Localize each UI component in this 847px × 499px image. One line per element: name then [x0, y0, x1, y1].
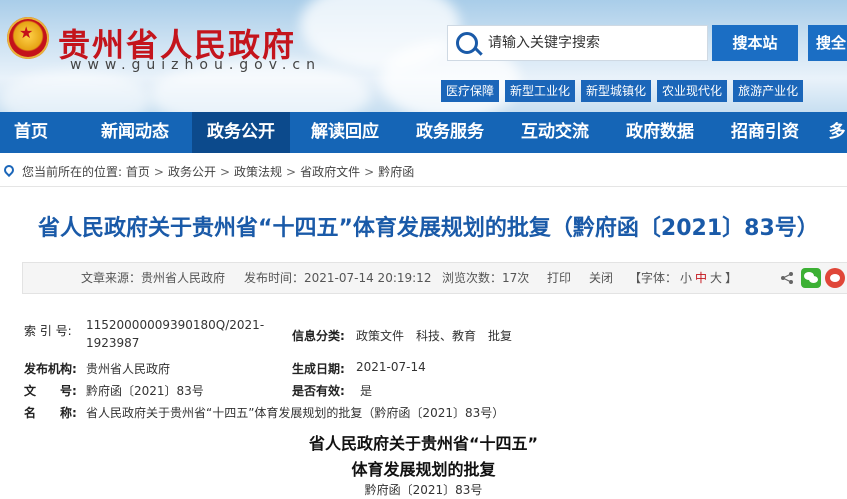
valid-value: 是: [360, 384, 373, 398]
breadcrumb-home[interactable]: 首页: [126, 165, 150, 179]
nav-news[interactable]: 新闻动态: [86, 112, 184, 153]
search-box: [447, 25, 708, 61]
weibo-share-icon[interactable]: [825, 268, 845, 288]
breadcrumb-prefix: 您当前所在的位置:: [22, 165, 123, 179]
article-info-bar: 文章来源：贵州省人民政府 发布时间：2021-07-14 20:19:12 浏览…: [22, 262, 847, 294]
tag-medical-insurance[interactable]: 医疗保障: [441, 80, 500, 102]
valid-label: 是否有效:: [292, 384, 345, 398]
breadcrumb-gov-open[interactable]: 政务公开: [168, 165, 216, 179]
search-site-button[interactable]: 搜本站: [712, 25, 798, 61]
divider: [0, 186, 847, 187]
article-title: 省人民政府关于贵州省“十四五”体育发展规划的批复（黔府函〔2021〕83号）: [38, 216, 819, 241]
breadcrumb-provincial-docs[interactable]: 省政府文件: [300, 165, 360, 179]
breadcrumb-qianfuhan[interactable]: 黔府函: [378, 165, 414, 179]
font-large-button[interactable]: 大: [710, 271, 722, 285]
docno-value: 黔府函〔2021〕83号: [86, 384, 204, 398]
name-label: 名 称:: [24, 406, 77, 420]
breadcrumb-policy[interactable]: 政策法规: [234, 165, 282, 179]
index-value-line2: 1923987: [86, 336, 140, 350]
nav-home[interactable]: 首页: [0, 112, 62, 153]
nav-interpretation[interactable]: 解读回应: [296, 112, 394, 153]
search-input[interactable]: [488, 26, 703, 60]
nav-interaction[interactable]: 互动交流: [506, 112, 604, 153]
search-icon: [456, 32, 478, 54]
doc-title-line1: 省人民政府关于贵州省“十四五”: [308, 434, 539, 453]
index-value-line1: 11520000009390180Q/2021-: [86, 318, 265, 332]
tag-new-urbanization[interactable]: 新型城镇化: [581, 80, 652, 102]
font-size-control: 【字体：小中大】: [629, 263, 737, 293]
breadcrumb-path: 您当前所在的位置: 首页 > 政务公开 > 政策法规 > 省政府文件 > 黔府函: [22, 165, 415, 179]
category-value: 政策文件 科技、教育 批复: [356, 329, 513, 343]
date-value: 2021-07-14: [356, 360, 426, 374]
tag-tourism-industrialization[interactable]: 旅游产业化: [733, 80, 804, 102]
publish-time: 发布时间：2021-07-14 20:19:12: [244, 271, 432, 285]
location-pin-icon: [1, 162, 17, 178]
wechat-share-icon[interactable]: [801, 268, 821, 288]
nav-gov-affairs-open[interactable]: 政务公开: [192, 112, 290, 153]
doc-title-line2: 体育发展规划的批复: [351, 460, 496, 479]
print-button[interactable]: 打印: [547, 263, 571, 293]
tag-agri-modernization[interactable]: 农业现代化: [657, 80, 728, 102]
search-all-button[interactable]: 搜全: [808, 25, 847, 61]
nav-gov-services[interactable]: 政务服务: [401, 112, 499, 153]
font-medium-button[interactable]: 中: [695, 271, 707, 285]
view-count: 浏览次数：17次: [442, 271, 530, 285]
close-button[interactable]: 关闭: [589, 263, 613, 293]
article-source: 文章来源：贵州省人民政府: [81, 271, 226, 285]
nav-more[interactable]: 多: [822, 112, 847, 153]
site-header: 贵州省人民政府 www.guizhou.gov.cn 搜本站 搜全 医疗保障新型…: [0, 0, 847, 112]
category-label: 信息分类:: [292, 329, 345, 343]
name-value: 省人民政府关于贵州省“十四五”体育发展规划的批复（黔府函〔2021〕83号）: [86, 406, 505, 420]
agency-label: 发布机构:: [24, 362, 77, 376]
main-nav: 首页 新闻动态 政务公开 解读回应 政务服务 互动交流 政府数据 招商引资 多: [0, 112, 847, 153]
docno-label: 文 号:: [24, 384, 77, 398]
nav-gov-data[interactable]: 政府数据: [611, 112, 709, 153]
agency-value: 贵州省人民政府: [86, 362, 171, 376]
font-size-suffix: 】: [725, 271, 738, 285]
tag-new-industrialization[interactable]: 新型工业化: [505, 80, 576, 102]
date-label: 生成日期:: [292, 362, 345, 376]
font-size-prefix: 【字体：: [629, 271, 678, 285]
national-emblem-icon[interactable]: [7, 17, 49, 59]
font-small-button[interactable]: 小: [680, 271, 692, 285]
site-url: www.guizhou.gov.cn: [70, 57, 321, 73]
nav-investment[interactable]: 招商引资: [716, 112, 814, 153]
share-icon[interactable]: [780, 271, 794, 285]
topic-tags: 医疗保障 新型工业化 新型城镇化 农业现代化 旅游产业化: [441, 80, 809, 102]
header-cloud: [0, 70, 150, 112]
index-label: 索 引 号:: [24, 324, 72, 338]
doc-number: 黔府函〔2021〕83号: [364, 483, 483, 497]
